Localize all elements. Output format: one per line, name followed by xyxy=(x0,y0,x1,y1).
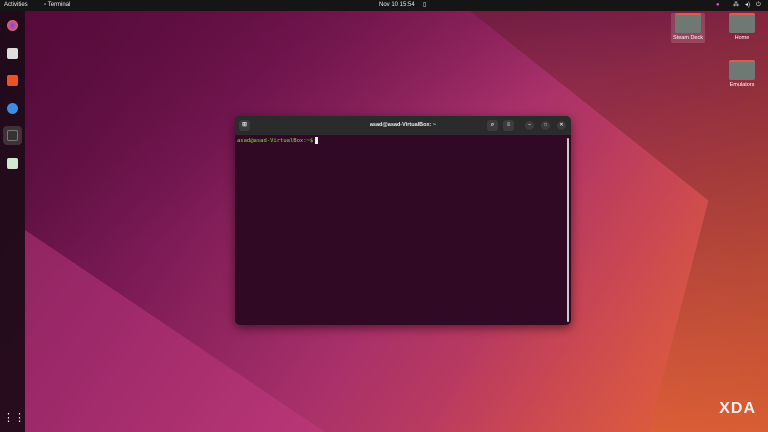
help-icon xyxy=(7,103,18,114)
terminal-prompt[interactable]: asad@asad-VirtualBox:~$ xyxy=(237,137,319,144)
icon-label: Steam Deck xyxy=(673,35,703,41)
close-icon[interactable]: ✕ xyxy=(557,121,566,130)
window-title: asad@asad-VirtualBox: ~ xyxy=(369,122,437,128)
dock-help[interactable] xyxy=(3,99,22,118)
xda-watermark: XDA xyxy=(719,400,756,417)
activities-button[interactable]: Activities xyxy=(4,0,28,11)
indicator-icon[interactable]: ● xyxy=(716,0,720,11)
icon-label: Home xyxy=(734,35,750,41)
minimize-icon[interactable]: – xyxy=(525,121,534,130)
desktop-icon-home[interactable]: Home xyxy=(725,13,759,41)
terminal-header[interactable]: ⊞ asad@asad-VirtualBox: ~ ⌕ ≡ – □ ✕ xyxy=(235,116,571,135)
maximize-icon[interactable]: □ xyxy=(541,121,550,130)
top-bar: Activities ▫ Terminal Nov 10 15:54 ▯ ● ⁂… xyxy=(0,0,768,11)
dock-trash[interactable] xyxy=(3,154,22,173)
terminal-app-menu[interactable]: ▫ Terminal xyxy=(44,0,70,11)
menu-icon[interactable]: ≡ xyxy=(503,120,514,131)
search-icon[interactable]: ⌕ xyxy=(487,120,498,131)
desktop-icon-emulators[interactable]: Emulators xyxy=(725,60,759,88)
scrollbar[interactable] xyxy=(567,138,569,322)
power-icon[interactable]: ⏻ xyxy=(756,0,761,11)
software-icon xyxy=(7,75,18,86)
firefox-icon xyxy=(7,20,18,31)
files-icon xyxy=(7,48,18,59)
app-name: Terminal xyxy=(47,2,71,8)
show-apps-icon[interactable]: ⋮⋮ xyxy=(3,409,25,428)
dock-terminal[interactable] xyxy=(3,126,22,145)
trash-icon xyxy=(7,158,18,169)
desktop-icon-steam-deck[interactable]: Steam Deck xyxy=(671,13,705,43)
prompt-text: asad@asad-VirtualBox:~$ xyxy=(237,138,314,144)
dock-files[interactable] xyxy=(3,44,22,63)
notification-icon: ▯ xyxy=(423,2,427,8)
icon-label: Emulators xyxy=(729,82,755,88)
volume-icon[interactable]: ◂) xyxy=(745,0,750,11)
terminal-window[interactable]: ⊞ asad@asad-VirtualBox: ~ ⌕ ≡ – □ ✕ asad… xyxy=(235,116,571,325)
home-folder-icon xyxy=(729,13,755,33)
terminal-icon xyxy=(7,130,18,141)
network-icon[interactable]: ⁂ xyxy=(733,0,739,11)
dock-firefox[interactable] xyxy=(3,16,22,35)
folder-icon xyxy=(675,13,701,33)
cursor xyxy=(315,137,319,144)
folder-icon xyxy=(729,60,755,80)
dock-software[interactable] xyxy=(3,71,22,90)
dock: ⋮⋮ xyxy=(0,11,25,432)
clock[interactable]: Nov 10 15:54 xyxy=(379,0,415,11)
